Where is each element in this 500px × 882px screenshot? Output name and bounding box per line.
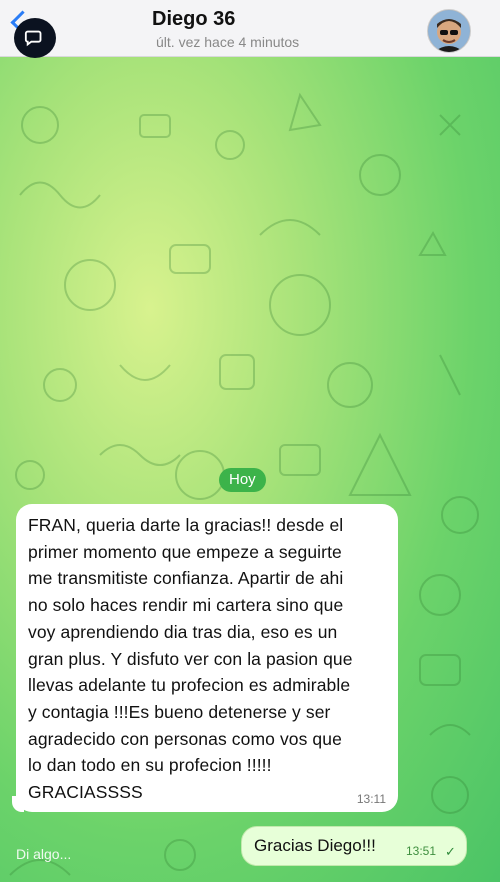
- incoming-message-time: 13:11: [356, 792, 386, 806]
- message-input[interactable]: Di algo...: [16, 846, 71, 862]
- last-seen-status: últ. vez hace 4 minutos: [156, 34, 300, 50]
- outgoing-message-text: Gracias Diego!!!: [254, 836, 376, 855]
- chat-bubble-icon[interactable]: [14, 18, 56, 58]
- incoming-message-bubble[interactable]: FRAN, queria darte la gracias!! desde el…: [16, 504, 398, 812]
- read-check-icon: ✓: [445, 844, 456, 859]
- message-icon: [24, 30, 42, 47]
- chat-screen: Diego 36 últ. vez hace 4 minutos Hoy FRA…: [0, 0, 500, 882]
- avatar-photo-icon: [428, 10, 470, 52]
- chat-header: Diego 36 últ. vez hace 4 minutos: [0, 0, 500, 58]
- contact-avatar[interactable]: [427, 9, 471, 53]
- date-separator: Hoy: [219, 468, 266, 492]
- incoming-message-text: FRAN, queria darte la gracias!! desde el…: [28, 515, 353, 803]
- outgoing-message-bubble[interactable]: Gracias Diego!!! 13:51 ✓: [241, 826, 467, 866]
- outgoing-message-time: 13:51: [406, 844, 437, 858]
- contact-name[interactable]: Diego 36: [152, 8, 235, 31]
